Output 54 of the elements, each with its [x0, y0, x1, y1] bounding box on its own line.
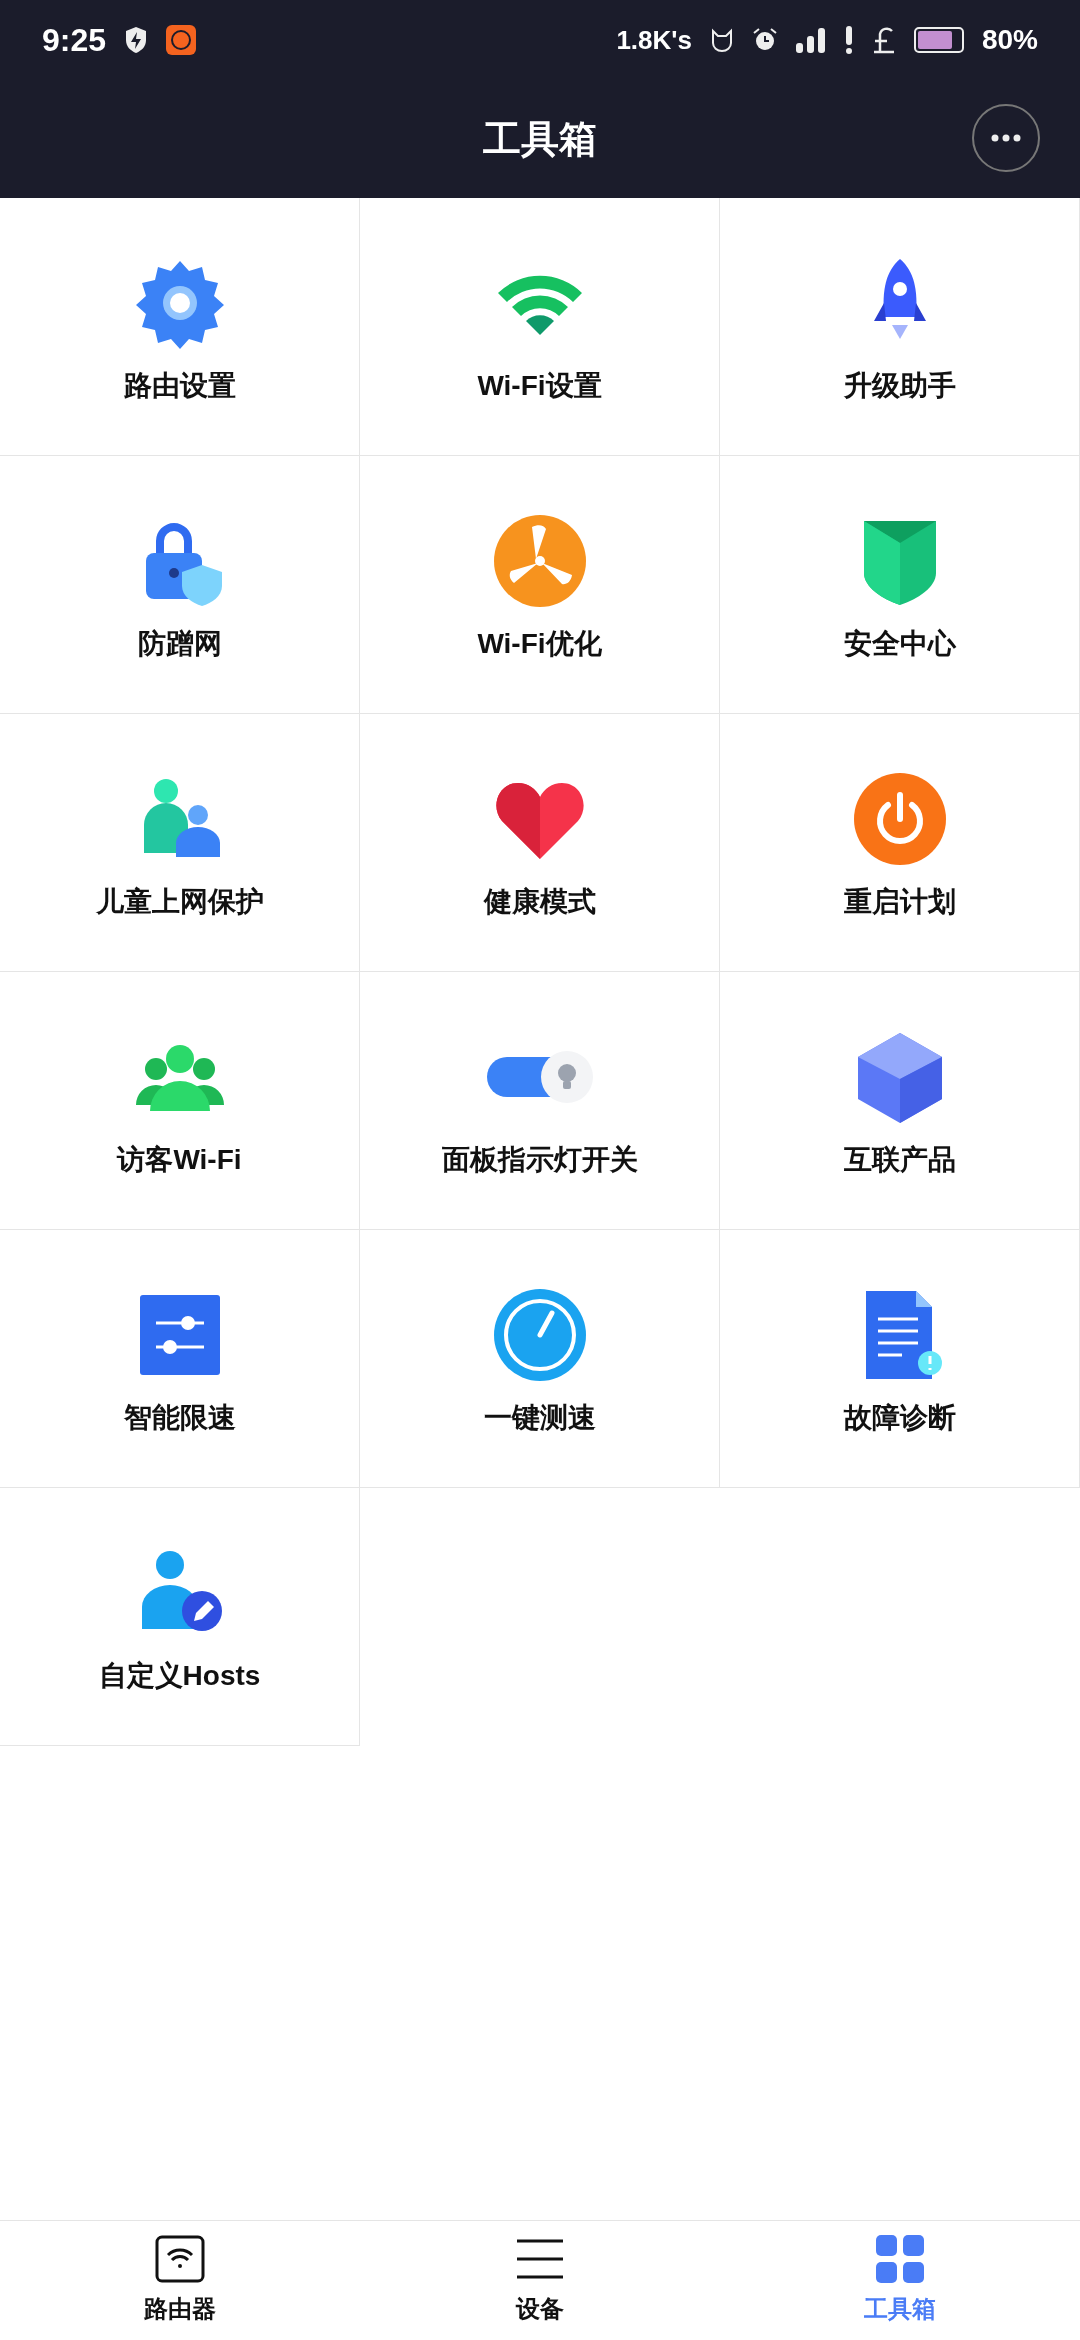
clock-time: 9:25 [42, 21, 107, 60]
shield-bolt-icon [124, 26, 149, 54]
signal-icon [795, 27, 826, 53]
tool-tile[interactable]: 一键测速 [360, 1230, 720, 1488]
tool-label: 防蹭网 [137, 626, 222, 661]
alarm-icon [751, 27, 778, 53]
tool-label: 故障诊断 [843, 1400, 956, 1435]
tool-tile[interactable]: 健康模式 [360, 714, 720, 972]
tool-label: 访客Wi-Fi [117, 1142, 242, 1177]
nav-tab[interactable]: 设备 [360, 2221, 720, 2340]
tool-tile[interactable]: 安全中心 [720, 456, 1080, 714]
tool-label: 儿童上网保护 [95, 884, 264, 919]
more-button[interactable] [972, 104, 1040, 172]
grid-icon [876, 2234, 924, 2283]
tool-tile[interactable]: 儿童上网保护 [0, 714, 360, 972]
tool-label: Wi-Fi优化 [477, 626, 602, 661]
network-speed: 1.8K's [616, 23, 692, 57]
tool-tile[interactable]: 升级助手 [720, 198, 1080, 456]
tool-tile[interactable]: Wi-Fi优化 [360, 456, 720, 714]
tool-tile[interactable]: 重启计划 [720, 714, 1080, 972]
tool-label: 路由设置 [123, 368, 236, 403]
app-notification-icon [166, 25, 197, 55]
tool-label: 互联产品 [843, 1142, 956, 1177]
battery-percent: 80% [981, 23, 1038, 57]
tool-tile[interactable]: 路由设置 [0, 198, 360, 456]
wifi-box-icon [155, 2234, 205, 2283]
alert-icon [843, 26, 854, 54]
tool-tile[interactable]: 自定义Hosts [0, 1488, 360, 1746]
speedometer-icon [491, 1286, 588, 1383]
tool-tile[interactable]: 防蹭网 [0, 456, 360, 714]
tool-label: 自定义Hosts [98, 1658, 261, 1693]
tool-tile[interactable]: 故障诊断 [720, 1230, 1080, 1488]
tool-label: 面板指示灯开关 [441, 1142, 638, 1177]
nav-tab[interactable]: 工具箱 [720, 2221, 1080, 2340]
tool-tile[interactable]: Wi-Fi设置 [360, 198, 720, 456]
page-title: 工具箱 [483, 116, 597, 162]
battery-icon [913, 27, 964, 53]
nav-tab[interactable]: 路由器 [0, 2221, 360, 2340]
tool-label: 健康模式 [483, 884, 596, 919]
tool-tile[interactable]: 互联产品 [720, 972, 1080, 1230]
tool-tile[interactable]: 访客Wi-Fi [0, 972, 360, 1230]
tool-label: 智能限速 [123, 1400, 236, 1435]
tool-label: 一键测速 [483, 1400, 596, 1435]
fan-icon [491, 512, 588, 609]
tool-label: 安全中心 [843, 626, 956, 661]
tool-label: 重启计划 [843, 884, 956, 919]
tool-label: 升级助手 [843, 368, 956, 403]
pound-icon [871, 26, 896, 54]
tool-label: Wi-Fi设置 [477, 368, 602, 403]
cat-icon [709, 28, 734, 52]
more-icon [991, 134, 1021, 142]
power-icon [851, 770, 948, 867]
tool-tile[interactable]: 智能限速 [0, 1230, 360, 1488]
tool-tile[interactable]: 面板指示灯开关 [360, 972, 720, 1230]
